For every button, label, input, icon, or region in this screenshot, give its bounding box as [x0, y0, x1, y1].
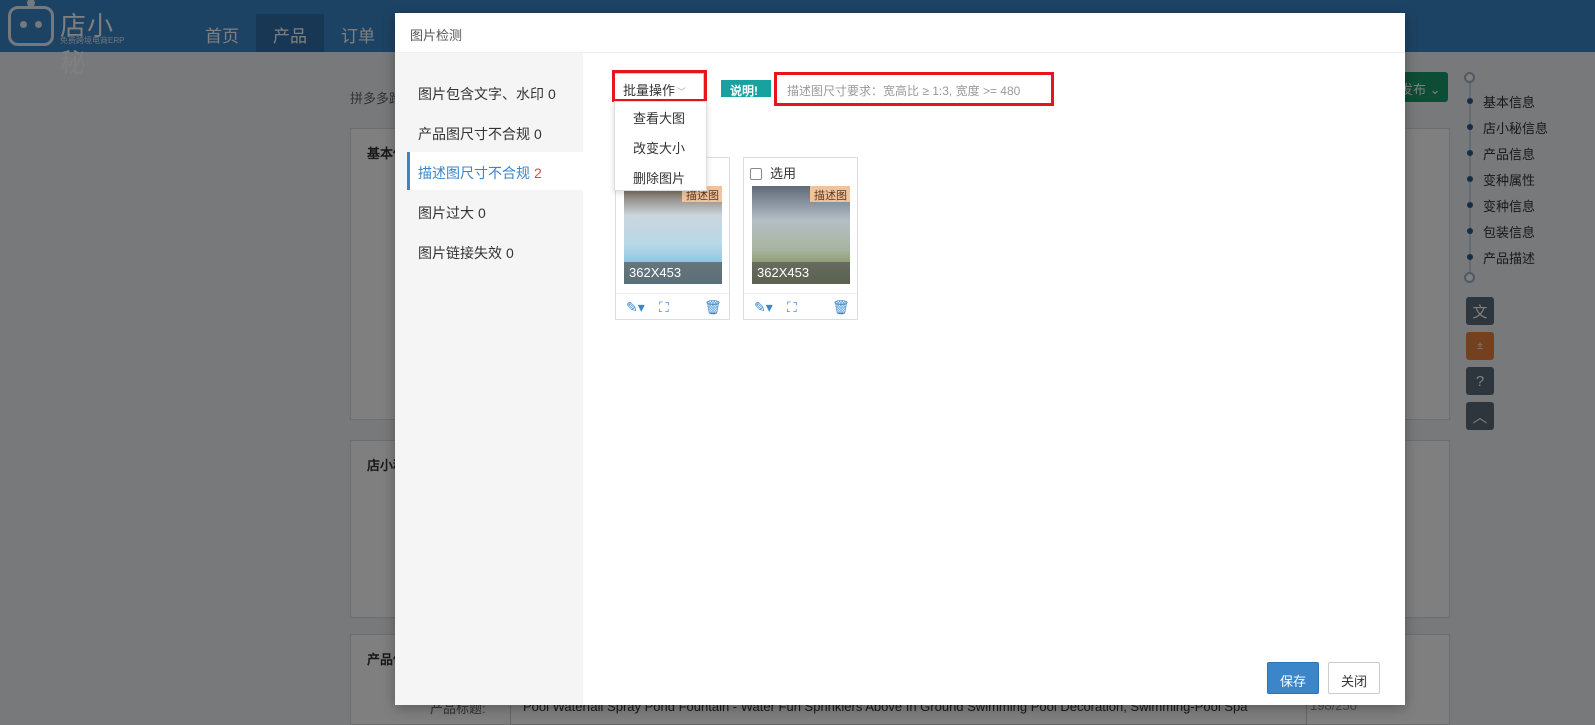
menu-view-large[interactable]: 查看大图 [615, 102, 706, 132]
category-text-watermark[interactable]: 图片包含文字、水印 0 [407, 73, 583, 111]
category-count: 2 [534, 165, 542, 181]
category-label: 图片链接失效 [418, 245, 502, 261]
magic-wand-icon[interactable]: ✎▾ [626, 299, 645, 316]
image-card: 选用 描述图 362X453 ✎▾ ⛶ 🗑 [743, 157, 858, 320]
magic-wand-icon[interactable]: ✎▾ [754, 299, 773, 316]
category-count: 0 [548, 86, 556, 102]
category-count: 0 [506, 245, 514, 261]
menu-delete-image[interactable]: 删除图片 [615, 162, 706, 192]
note-badge: 说明! [721, 80, 771, 98]
image-dimensions: 362X453 [752, 262, 850, 284]
card-toolbar: ✎▾ ⛶ 🗑 [616, 293, 729, 320]
card-toolbar: ✎▾ ⛶ 🗑 [744, 293, 857, 320]
image-type-tag: 描述图 [810, 186, 850, 202]
select-label: 选用 [770, 166, 797, 181]
category-description-size[interactable]: 描述图尺寸不合规 2 [407, 152, 583, 190]
menu-resize[interactable]: 改变大小 [615, 132, 706, 162]
modal-title: 图片检测 [410, 28, 463, 43]
category-label: 图片包含文字、水印 [418, 86, 544, 102]
category-label: 产品图尺寸不合规 [418, 126, 530, 142]
category-too-large[interactable]: 图片过大 0 [407, 192, 583, 230]
image-check-modal: 图片检测 图片包含文字、水印 0 产品图尺寸不合规 0 描述图尺寸不合规 2 图片过大… [395, 13, 1405, 705]
modal-header: 图片检测 [395, 13, 1405, 53]
category-count: 0 [534, 126, 542, 142]
close-button[interactable]: 关闭 [1328, 662, 1380, 694]
card-header: 选用 [744, 158, 857, 184]
size-requirement-note: 描述图尺寸要求：宽高比 ≥ 1:3, 宽度 >= 480 [774, 72, 1054, 106]
zoom-icon[interactable]: ⛶ [787, 299, 797, 316]
image-thumbnail[interactable]: 描述图 362X453 [624, 186, 722, 284]
trash-icon[interactable]: 🗑 [832, 299, 850, 316]
batch-actions-menu: 查看大图 改变大小 删除图片 [614, 101, 707, 191]
category-broken-link[interactable]: 图片链接失效 0 [407, 232, 583, 270]
image-thumbnail[interactable]: 描述图 362X453 [752, 186, 850, 284]
category-product-size[interactable]: 产品图尺寸不合规 0 [407, 113, 583, 151]
zoom-icon[interactable]: ⛶ [659, 299, 669, 316]
highlight-box-batch [612, 70, 707, 102]
category-label: 图片过大 [418, 205, 474, 221]
category-count: 0 [478, 205, 486, 221]
select-checkbox[interactable] [750, 168, 762, 180]
category-label: 描述图尺寸不合规 [418, 165, 530, 181]
image-dimensions: 362X453 [624, 262, 722, 284]
trash-icon[interactable]: 🗑 [704, 299, 722, 316]
save-button[interactable]: 保存 [1267, 662, 1319, 694]
